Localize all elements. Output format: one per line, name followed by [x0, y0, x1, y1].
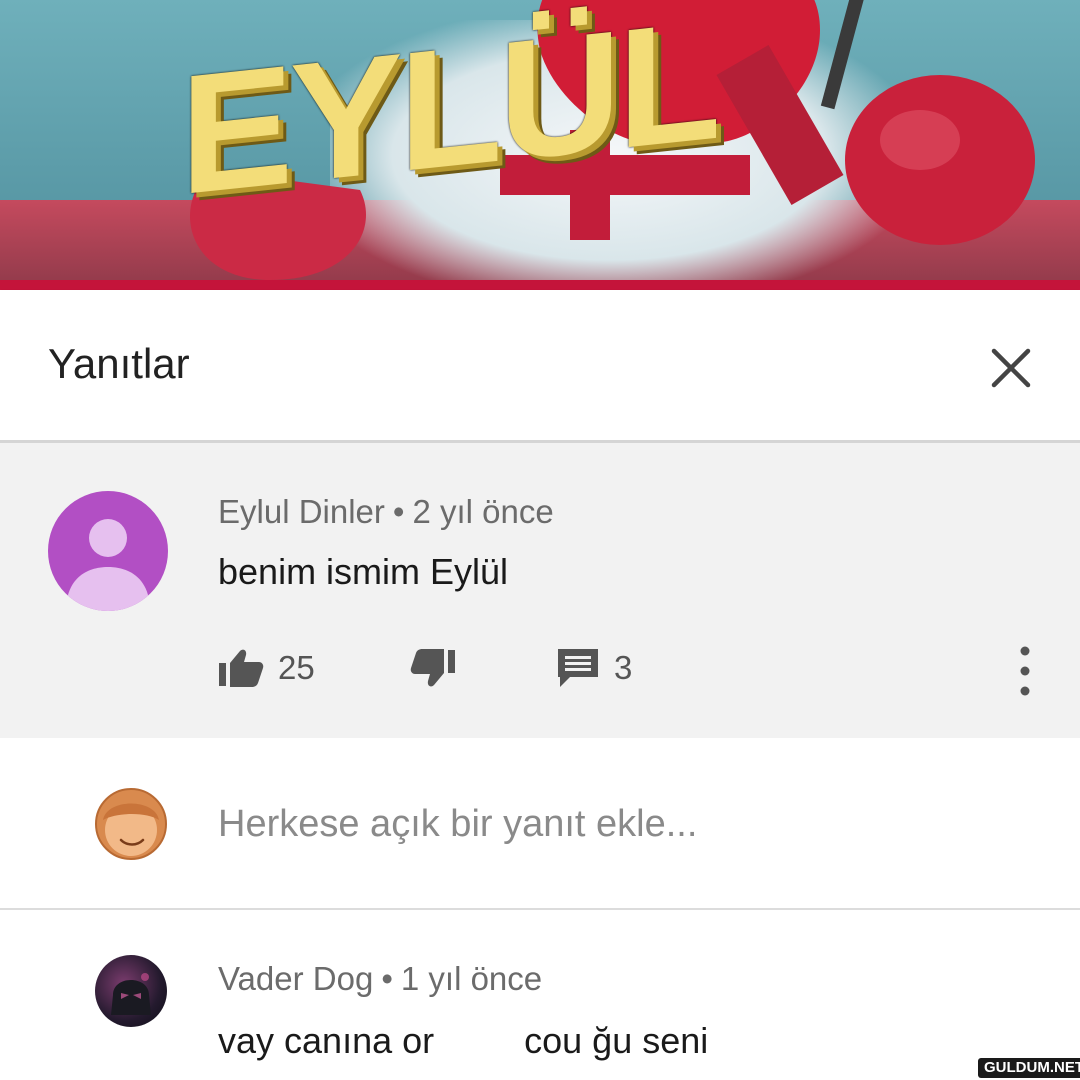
dislike-button[interactable] — [410, 643, 456, 693]
thumbnail-progress-line — [0, 280, 1080, 290]
more-options-icon[interactable] — [1010, 641, 1040, 701]
meta-separator: • — [392, 493, 405, 530]
comment-meta: Eylul Dinler • 2 yıl önce — [218, 493, 554, 531]
add-reply-row — [0, 738, 1080, 910]
close-icon[interactable] — [985, 342, 1037, 394]
header-title: Yanıtlar — [48, 340, 190, 387]
reply-avatar[interactable] — [95, 955, 167, 1027]
reply-meta-separator: • — [381, 960, 393, 997]
comment-actions: 25 3 — [218, 643, 1048, 693]
avatar[interactable] — [48, 491, 168, 611]
user-face-icon — [103, 803, 159, 856]
replies-header: Yanıtlar — [0, 290, 1080, 443]
site-watermark: GULDUM.NET — [978, 1058, 1080, 1078]
like-button[interactable]: 25 — [218, 643, 315, 693]
comment-time: 2 yıl önce — [412, 493, 554, 530]
video-thumbnail[interactable]: EYLÜL — [0, 0, 1080, 290]
parent-comment: Eylul Dinler • 2 yıl önce benim ismim Eylü… — [0, 443, 1080, 738]
reply-text: vay canına or cou ğu seni — [218, 1020, 709, 1061]
default-user-icon — [66, 519, 150, 611]
current-user-avatar — [95, 788, 167, 860]
reply-input[interactable] — [218, 796, 998, 852]
thumbs-up-icon — [219, 649, 264, 687]
thumbs-down-icon — [410, 649, 455, 687]
reply-count-button[interactable]: 3 — [556, 643, 632, 693]
comment-text: benim ismim Eylül — [218, 551, 509, 592]
like-count: 25 — [278, 649, 315, 686]
replies-sheet: Yanıtlar Eylul Dinler • 2 yıl önce benim i… — [0, 290, 1080, 1080]
comment-icon — [558, 649, 598, 687]
reply-meta: Vader Dog • 1 yıl önce — [218, 960, 542, 998]
helmet-avatar-icon — [111, 973, 151, 1015]
reply-time: 1 yıl önce — [400, 960, 543, 997]
reply-comment: Vader Dog • 1 yıl önce vay canına or cou ğ… — [0, 910, 1080, 1080]
comment-author[interactable]: Eylul Dinler — [218, 493, 385, 530]
reply-count: 3 — [614, 649, 633, 686]
reply-author[interactable]: Vader Dog — [218, 960, 373, 997]
